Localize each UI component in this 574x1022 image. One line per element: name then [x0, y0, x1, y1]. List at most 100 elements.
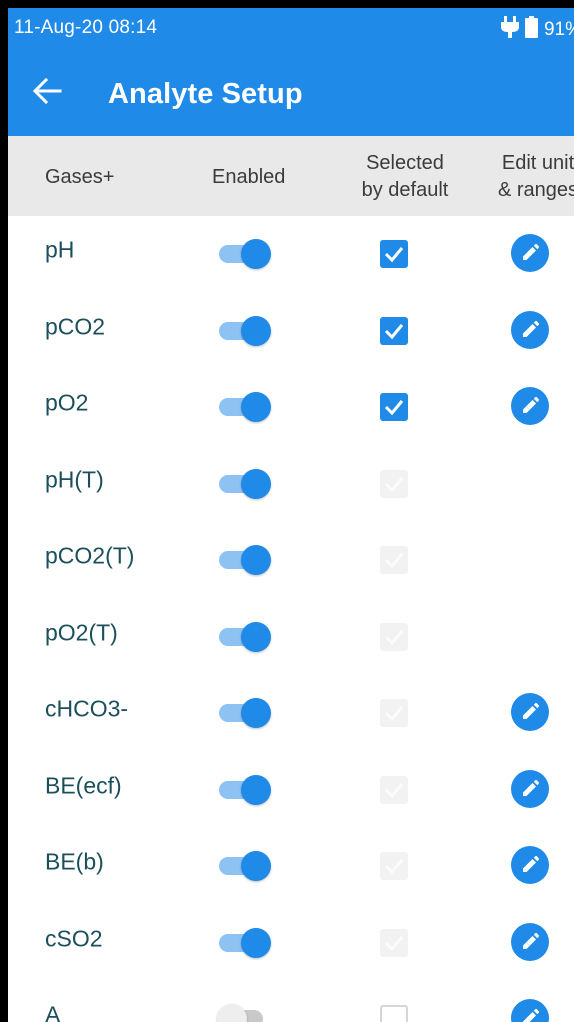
analyte-name: BE(ecf): [45, 772, 122, 798]
enabled-toggle[interactable]: [217, 468, 273, 499]
battery-icon: [524, 16, 538, 44]
arrow-back-icon: [32, 77, 62, 105]
toggle-knob: [217, 1004, 247, 1022]
analyte-name: pO2(T): [45, 619, 118, 645]
edit-unit-button[interactable]: [511, 693, 549, 731]
pencil-icon: [523, 932, 540, 949]
pencil-icon: [523, 702, 540, 719]
analyte-name: cHCO3-: [45, 695, 129, 722]
enabled-toggle[interactable]: [217, 315, 273, 346]
analyte-row: BE(b): [8, 828, 574, 905]
header-selected-by-default: Selected by default: [353, 150, 457, 204]
toggle-knob: [241, 468, 271, 499]
pencil-icon: [523, 320, 540, 337]
status-icons: 91%: [500, 16, 574, 44]
edit-unit-button[interactable]: [511, 387, 549, 425]
selected-by-default-checkbox[interactable]: [380, 316, 408, 345]
pencil-icon: [523, 855, 540, 872]
selected-by-default-checkbox[interactable]: [380, 393, 408, 421]
checkmark-icon: [384, 859, 404, 875]
checkmark-icon: [384, 400, 404, 416]
selected-by-default-checkbox: [380, 469, 408, 498]
selected-by-default-checkbox: [380, 775, 408, 804]
analyte-row: pCO2(T): [8, 522, 574, 599]
analyte-row: A: [8, 981, 574, 1022]
analyte-name: pH(T): [45, 466, 104, 492]
checkmark-icon: [384, 247, 404, 263]
analyte-name: pCO2(T): [45, 542, 135, 569]
edit-unit-button[interactable]: [511, 922, 549, 961]
checkmark-icon: [384, 323, 404, 339]
toggle-knob: [241, 774, 271, 805]
toggle-knob: [241, 545, 271, 575]
edit-unit-button[interactable]: [511, 846, 549, 884]
edit-unit-button[interactable]: [511, 769, 549, 808]
selected-by-default-checkbox: [380, 852, 408, 880]
selected-by-default-checkbox: [380, 699, 408, 727]
selected-by-default-checkbox: [380, 546, 408, 574]
analyte-name: pH: [45, 236, 75, 263]
toggle-knob: [241, 621, 271, 652]
enabled-toggle[interactable]: [217, 544, 273, 575]
checkmark-icon: [384, 476, 404, 492]
analyte-row: pH: [8, 216, 574, 293]
toggle-knob: [241, 927, 271, 958]
edit-unit-button[interactable]: [511, 234, 549, 272]
selected-by-default-checkbox: [380, 928, 408, 957]
header-enabled: Enabled: [212, 166, 286, 188]
toggle-knob: [241, 315, 271, 346]
app-bar: Analyte Setup: [8, 48, 574, 136]
pencil-icon: [523, 779, 540, 796]
status-time: 11-Aug-20 08:14: [14, 17, 158, 38]
header-edit-line1: Edit unit: [501, 152, 574, 174]
enabled-toggle[interactable]: [217, 621, 273, 652]
battery-percent: 91%: [543, 19, 574, 40]
page-title: Analyte Setup: [108, 78, 303, 110]
edit-unit-button[interactable]: [511, 999, 549, 1022]
header-edit-line2: & ranges: [497, 179, 574, 201]
enabled-toggle[interactable]: [217, 238, 273, 269]
pencil-icon: [523, 243, 540, 260]
enabled-toggle[interactable]: [217, 927, 273, 958]
toggle-knob: [241, 239, 271, 269]
checkmark-icon: [384, 935, 404, 951]
analyte-row: pCO2: [8, 293, 574, 370]
analyte-name: pCO2: [45, 313, 106, 339]
analyte-row: cSO2: [8, 905, 574, 982]
analyte-list: pH pCO2 pO2 pH(T) pCO2(T) pO2(T) cHCO3- BE(ecf)…: [8, 216, 574, 1022]
pencil-icon: [523, 1008, 540, 1022]
checkmark-icon: [384, 629, 404, 645]
header-selected-line1: Selected: [366, 152, 444, 174]
checkmark-icon: [384, 782, 404, 798]
back-button[interactable]: [32, 77, 64, 106]
header-selected-line2: by default: [361, 179, 449, 201]
table-header: Gases+ Enabled Selected by default Edit …: [8, 136, 574, 216]
analyte-name: pO2: [45, 389, 89, 416]
analyte-name: cSO2: [45, 925, 103, 951]
analyte-name: A: [45, 1001, 61, 1022]
enabled-toggle[interactable]: [217, 1003, 273, 1022]
selected-by-default-checkbox[interactable]: [380, 1005, 408, 1022]
enabled-toggle[interactable]: [217, 850, 273, 881]
toggle-knob: [241, 392, 271, 422]
enabled-toggle[interactable]: [217, 391, 273, 422]
enabled-toggle[interactable]: [217, 697, 273, 728]
analyte-name: BE(b): [45, 848, 104, 875]
toggle-knob: [241, 698, 271, 728]
edit-unit-button[interactable]: [511, 310, 549, 349]
checkmark-icon: [384, 553, 404, 569]
header-analyte-group[interactable]: Gases+: [45, 164, 114, 191]
analyte-row: cHCO3-: [8, 675, 574, 752]
status-bar: 11-Aug-20 08:14 91%: [8, 8, 574, 48]
analyte-row: BE(ecf): [8, 752, 574, 829]
analyte-row: pH(T): [8, 446, 574, 523]
analyte-row: pO2: [8, 369, 574, 446]
selected-by-default-checkbox: [380, 622, 408, 651]
toggle-knob: [241, 851, 271, 881]
app-screen: 11-Aug-20 08:14 91% A: [8, 8, 574, 1022]
pencil-icon: [523, 396, 540, 413]
selected-by-default-checkbox[interactable]: [380, 240, 408, 268]
enabled-toggle[interactable]: [217, 774, 273, 805]
analyte-row: pO2(T): [8, 599, 574, 676]
checkmark-icon: [384, 706, 404, 722]
